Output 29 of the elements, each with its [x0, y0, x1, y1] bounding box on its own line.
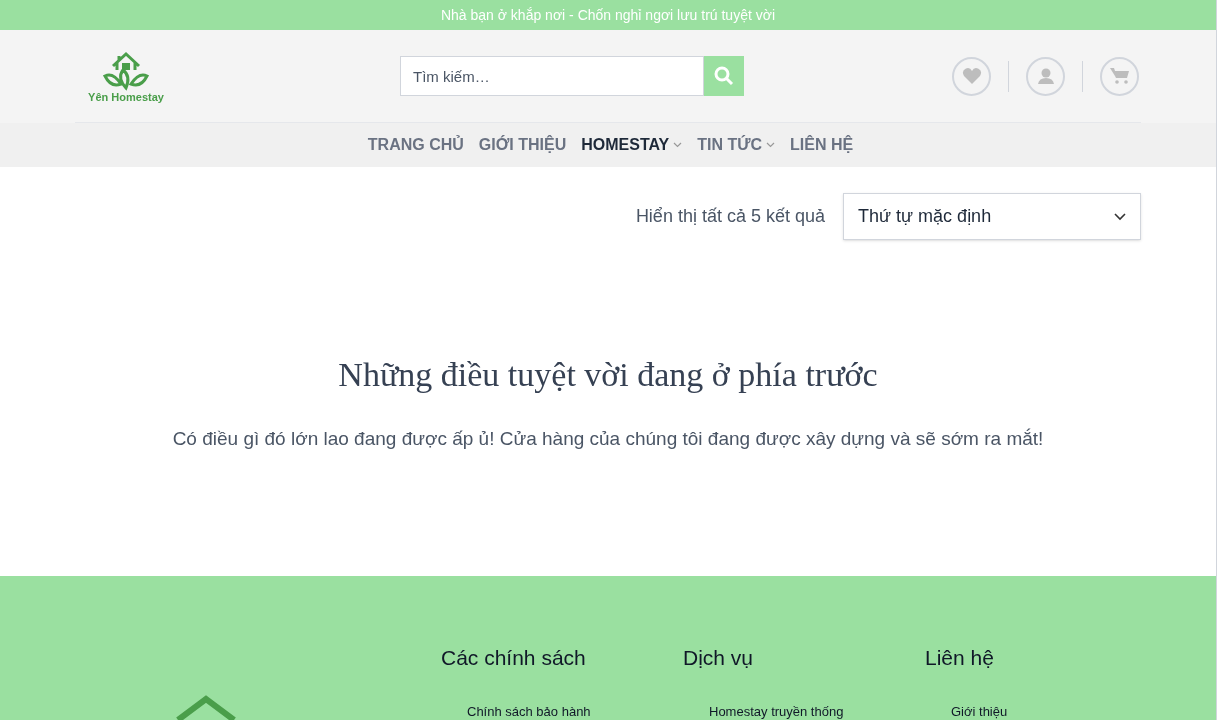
search-button[interactable]: [704, 56, 744, 96]
footer-heading: Dịch vụ: [683, 645, 755, 671]
notice-title: Những điều tuyệt vời đang ở phía trước: [337, 355, 879, 395]
logo-text: Yên Homestay: [88, 91, 164, 103]
notice-text: Có điều gì đó lớn lao đang được ấp ủ! Cửa hàng của chúng tôi đang được xây dựng và sẽ sớm ra mắt!: [171, 426, 1045, 451]
search-field[interactable]: Tìm kiếm…: [400, 56, 704, 96]
house-leaf-logo-icon: [101, 49, 151, 92]
search-icon: [714, 66, 734, 86]
account-button[interactable]: [1026, 56, 1065, 96]
footer-link[interactable]: Chính sách bảo hành: [467, 701, 591, 720]
nav-link[interactable]: TIN TỨC: [697, 133, 776, 157]
wishlist-button[interactable]: [952, 56, 991, 96]
house-logo-icon: [175, 695, 237, 720]
chevron-down-icon: [1114, 212, 1126, 221]
cart-icon: [1109, 67, 1130, 85]
sort-dropdown[interactable]: Thứ tự mặc định: [843, 193, 1141, 240]
footer-link[interactable]: Giới thiệu: [951, 701, 1008, 720]
nav-link[interactable]: HOMESTAY: [581, 133, 683, 157]
footer-link[interactable]: Homestay truyền thống: [709, 701, 844, 720]
nav-link[interactable]: GIỚI THIỆU: [478, 133, 567, 157]
footer-heading: Liên hệ: [925, 645, 995, 671]
heart-icon: [961, 67, 982, 85]
nav-link[interactable]: TRANG CHỦ: [367, 133, 464, 157]
cart-button[interactable]: [1100, 56, 1139, 96]
footer-heading: Các chính sách: [441, 645, 587, 671]
nav-link[interactable]: LIÊN HỆ: [790, 133, 854, 157]
user-icon: [1036, 67, 1055, 85]
tagline: Nhà bạn ở khắp nơi - Chốn nghỉ ngơi lưu trú tuyệt vời: [440, 5, 775, 25]
result-count: Hiển thị tất cả 5 kết quả: [635, 205, 825, 228]
